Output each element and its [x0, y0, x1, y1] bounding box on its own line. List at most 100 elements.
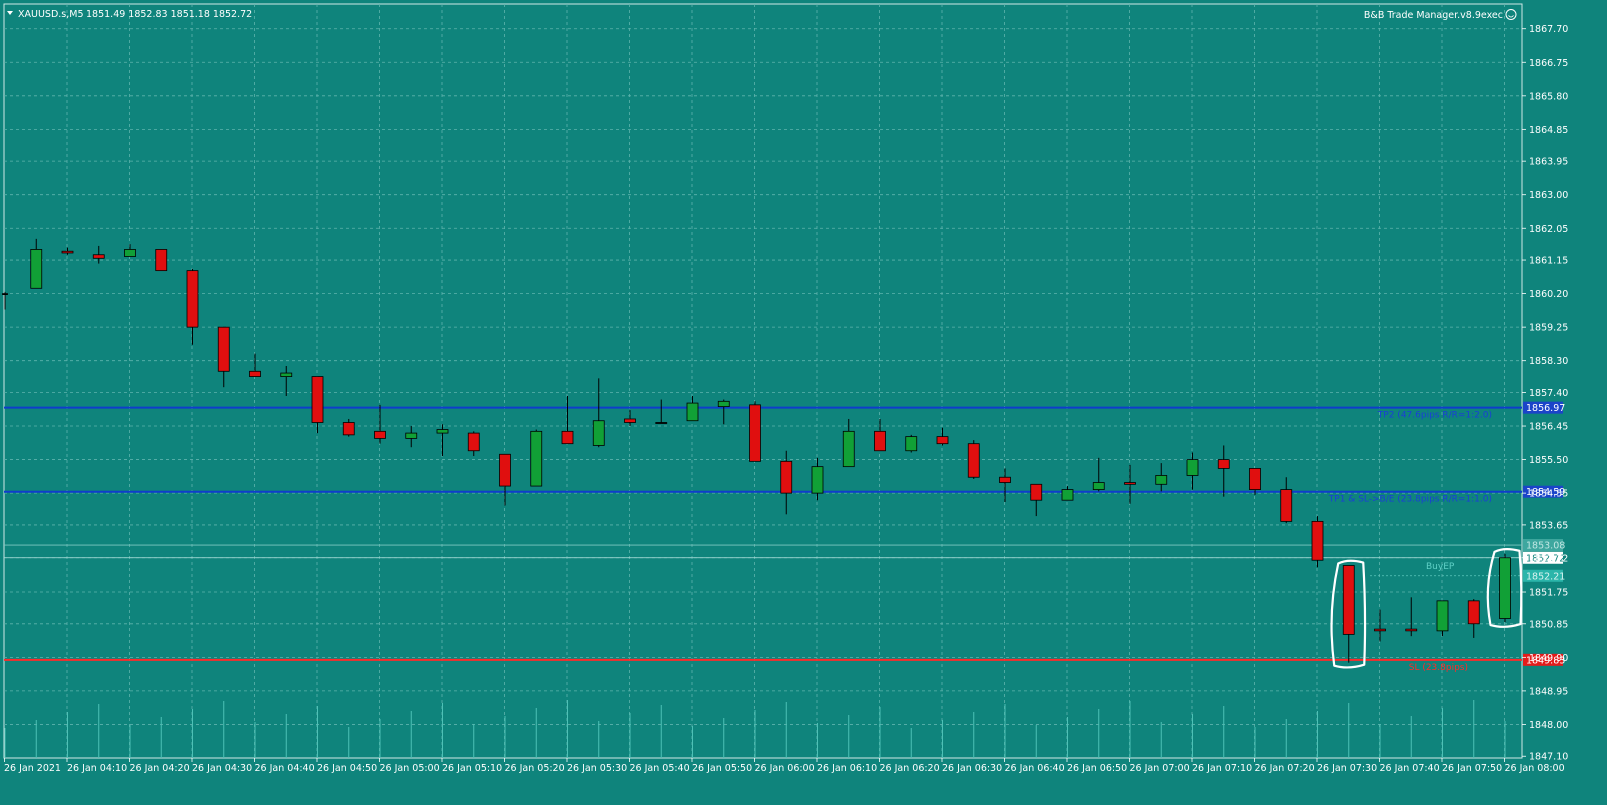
- x-tick-label: 26 Jan 06:50: [1067, 763, 1127, 774]
- x-tick-label: 26 Jan 08:00: [1505, 763, 1565, 774]
- y-tick-label: 1861.15: [1529, 256, 1568, 267]
- y-tick-label: 1856.45: [1529, 422, 1568, 433]
- candle-body: [561, 430, 574, 445]
- candle: [1499, 553, 1511, 623]
- y-tick-label: 1867.70: [1529, 24, 1568, 35]
- candle: [1436, 600, 1449, 637]
- x-tick-label: 26 Jan 05:30: [567, 763, 627, 774]
- candle-body: [686, 402, 699, 422]
- x-tick-label: 26 Jan 05:10: [442, 763, 502, 774]
- x-tick-label: 26 Jan 04:40: [255, 763, 315, 774]
- chart-header: XAUUSD.s,M5 1851.49 1852.83 1851.18 1852…: [7, 9, 252, 20]
- candle-body: [1342, 565, 1355, 635]
- candle-body: [155, 249, 168, 272]
- candle-body: [1436, 600, 1449, 632]
- candle-body: [967, 443, 980, 478]
- candle: [905, 434, 918, 453]
- level-label-sl: SL (23.8pips): [1409, 663, 1468, 673]
- candle-body: [436, 429, 449, 434]
- candle-body: [1405, 628, 1418, 632]
- y-tick-label: 1860.20: [1529, 289, 1568, 300]
- x-tick-label: 26 Jan 06:20: [880, 763, 940, 774]
- candle-body: [467, 432, 480, 452]
- candle-body: [124, 249, 136, 257]
- candle-body: [374, 430, 386, 439]
- candle: [155, 249, 168, 272]
- price-chart[interactable]: 1856.971854.591849.831853.081852.721852.…: [0, 0, 1607, 805]
- x-tick-label: 26 Jan 05:50: [692, 763, 752, 774]
- x-tick-label: 26 Jan 05:20: [505, 763, 565, 774]
- candle-body: [405, 432, 418, 439]
- candle-body: [655, 422, 668, 424]
- candle-body: [311, 376, 324, 423]
- candle-body: [499, 453, 511, 487]
- candle-body: [186, 270, 199, 328]
- y-tick-label: 1858.30: [1529, 356, 1568, 367]
- x-tick-label: 26 Jan 05:00: [380, 763, 440, 774]
- x-tick-label: 26 Jan 05:40: [630, 763, 690, 774]
- y-tick-label: 1848.95: [1529, 686, 1568, 697]
- y-tick-label: 1852.72: [1529, 553, 1568, 564]
- x-tick-label: 26 Jan 2021: [4, 763, 61, 774]
- candle-body: [592, 420, 605, 446]
- y-tick-label: 1864.85: [1529, 125, 1568, 136]
- candle-body: [217, 326, 230, 372]
- expert-advisor-badge[interactable]: B&B Trade Manager.v8.9exec: [1364, 9, 1517, 22]
- y-tick-label: 1847.10: [1529, 752, 1568, 763]
- candle-body: [874, 430, 886, 452]
- x-tick-label: 26 Jan 07:40: [1380, 763, 1440, 774]
- x-tick-label: 26 Jan 07:30: [1317, 763, 1377, 774]
- price-axis[interactable]: 1867.70 1866.75 1865.80 1864.85 1863.95 1863.…: [1522, 24, 1568, 763]
- candle-body: [842, 430, 855, 468]
- candle: [1311, 516, 1324, 568]
- entry-label: BuyEP: [1426, 562, 1455, 572]
- x-tick-label: 26 Jan 07:10: [1192, 763, 1252, 774]
- level-label-tp2: TP2 (47.6pips R/R=1:2.0): [1377, 411, 1492, 421]
- candle-body: [249, 370, 261, 377]
- candle-body: [905, 436, 918, 452]
- y-tick-label: 1849.90: [1529, 653, 1568, 664]
- candle-body: [61, 250, 74, 254]
- candle: [530, 429, 543, 487]
- candle-body: [2, 293, 8, 295]
- x-tick-label: 26 Jan 04:30: [192, 763, 252, 774]
- candle-body: [1217, 459, 1230, 469]
- x-tick-label: 26 Jan 06:00: [755, 763, 815, 774]
- candle-body: [30, 249, 43, 289]
- candle-body: [717, 400, 730, 408]
- candle-body: [999, 476, 1011, 483]
- y-tick-label: 1863.95: [1529, 157, 1568, 168]
- entry-tag-text: 1852.21: [1526, 571, 1565, 582]
- x-tick-label: 26 Jan 07:20: [1255, 763, 1315, 774]
- candle-body: [280, 372, 293, 377]
- y-tick-label: 1854.55: [1529, 489, 1568, 500]
- candle-body: [1249, 468, 1261, 490]
- candle-body: [749, 404, 761, 462]
- level-label-tp1: TP1 & SL->B/E (23.8pips R/R=1:1.0): [1328, 495, 1492, 505]
- candle-body: [1499, 557, 1511, 619]
- y-tick-label: 1866.75: [1529, 58, 1568, 69]
- x-tick-label: 26 Jan 07:00: [1130, 763, 1190, 774]
- candle: [749, 401, 761, 462]
- candle-body: [811, 466, 824, 494]
- y-tick-label: 1863.00: [1529, 190, 1568, 201]
- y-tick-label: 1851.75: [1529, 588, 1568, 599]
- x-tick-label: 26 Jan 06:10: [817, 763, 877, 774]
- y-tick-label: 1850.85: [1529, 619, 1568, 630]
- x-tick-label: 26 Jan 04:20: [130, 763, 190, 774]
- y-tick-label: 1853.65: [1529, 520, 1568, 531]
- candle-body: [530, 430, 543, 487]
- candle-body: [1155, 475, 1168, 485]
- candle-body: [1311, 520, 1324, 561]
- candle-body: [1467, 600, 1480, 625]
- y-tick-label: 1862.05: [1529, 224, 1568, 235]
- ohlc-readout: 1851.49 1852.83 1851.18 1852.72: [86, 9, 252, 20]
- y-tick-label: 1865.80: [1529, 91, 1568, 102]
- x-tick-label: 26 Jan 04:10: [67, 763, 127, 774]
- x-tick-label: 26 Jan 07:50: [1442, 763, 1502, 774]
- candle-body: [1186, 459, 1199, 476]
- ask-tag-text: 1853.08: [1526, 541, 1565, 552]
- x-tick-label: 26 Jan 04:50: [317, 763, 377, 774]
- candle-body: [342, 422, 355, 436]
- y-tick-label: 1857.40: [1529, 388, 1568, 399]
